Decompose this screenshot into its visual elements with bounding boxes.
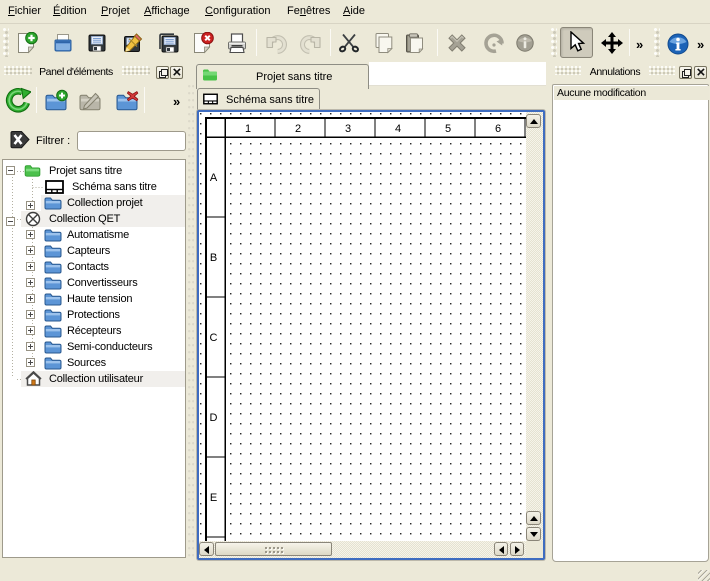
svg-text:B: B — [210, 252, 217, 264]
svg-text:3: 3 — [345, 123, 351, 135]
svg-text:6: 6 — [495, 123, 501, 135]
svg-text:1: 1 — [245, 123, 251, 135]
svg-text:4: 4 — [395, 123, 401, 135]
svg-text:C: C — [210, 332, 218, 344]
svg-text:D: D — [210, 412, 218, 424]
svg-text:E: E — [210, 492, 217, 504]
svg-text:2: 2 — [295, 123, 301, 135]
svg-text:A: A — [210, 172, 218, 184]
svg-text:5: 5 — [445, 123, 451, 135]
